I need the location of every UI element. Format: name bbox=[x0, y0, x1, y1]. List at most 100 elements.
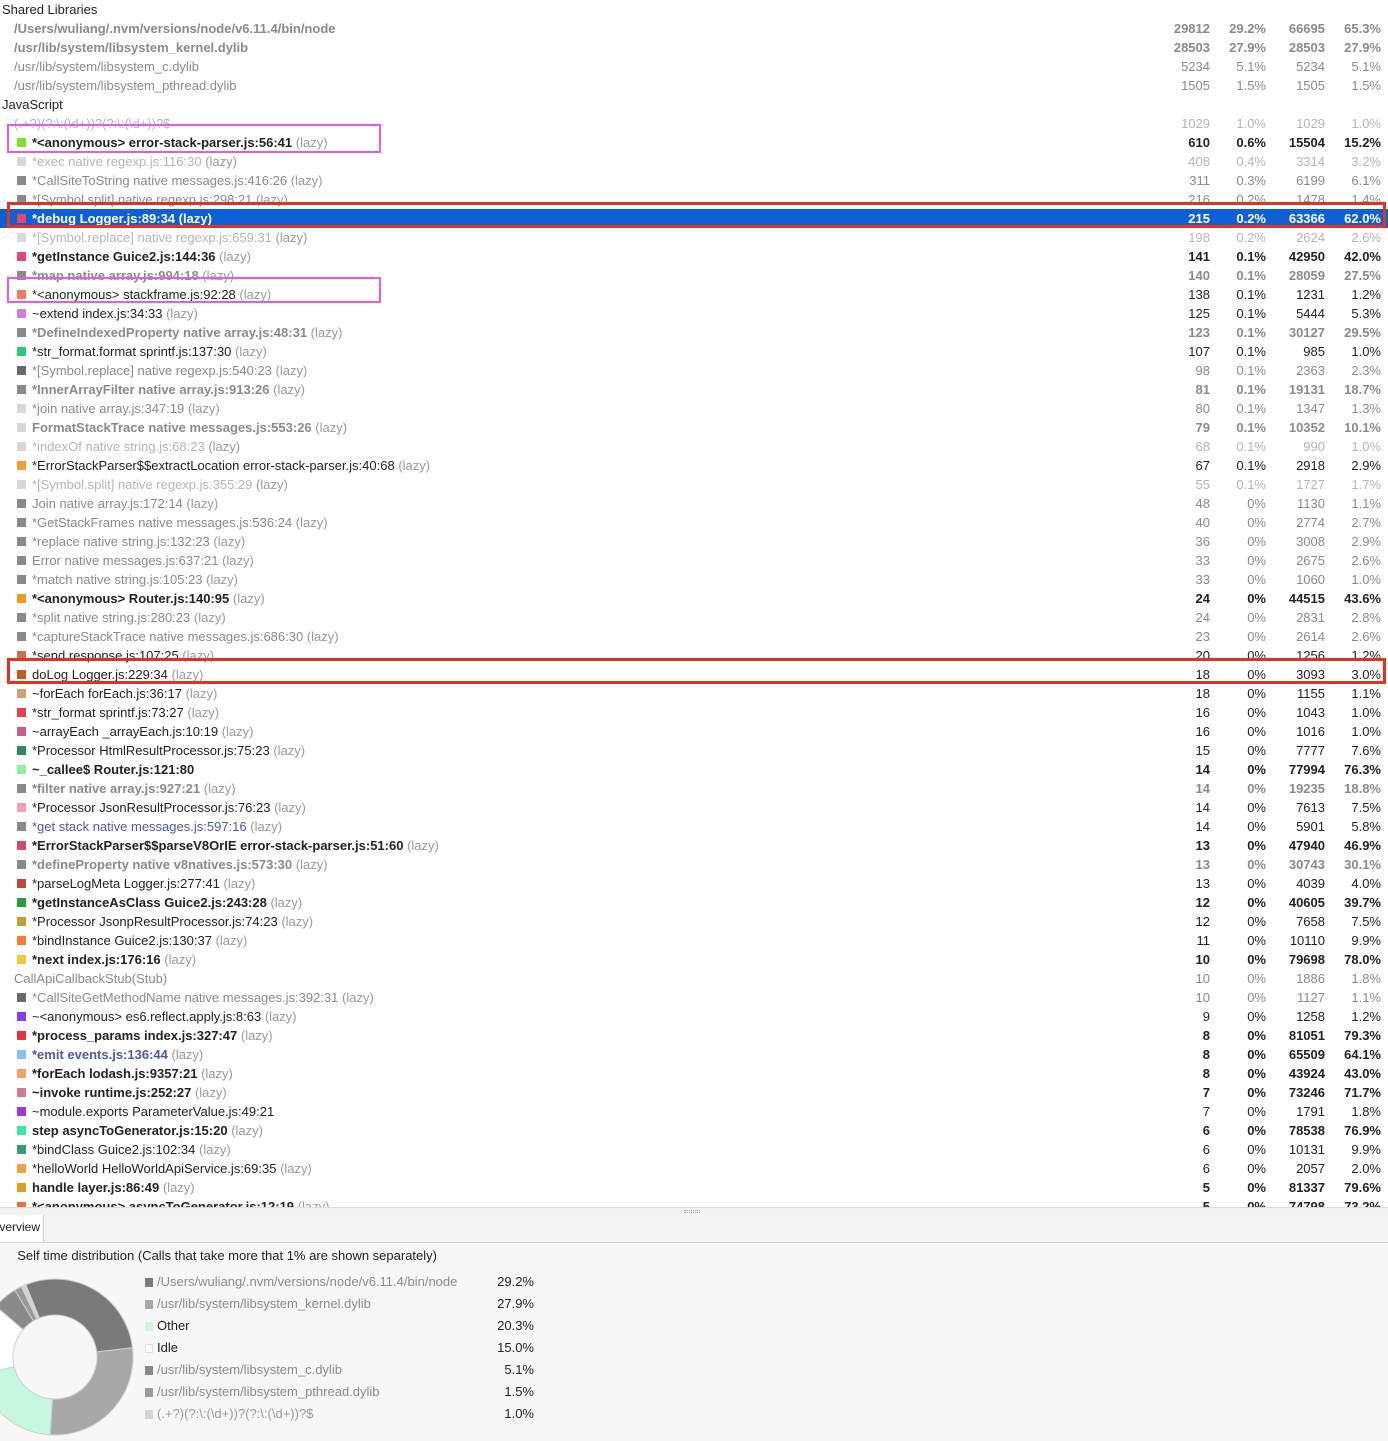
table-row[interactable]: *emit events.js:136:44 (lazy) 8 0% 65509 64.… bbox=[0, 1045, 1388, 1064]
table-row[interactable]: *CallSiteToString native messages.js:416… bbox=[0, 171, 1388, 190]
table-row[interactable]: CallApiCallbackStub(Stub) 10 0% 1886 1.8% bbox=[0, 969, 1388, 988]
splitter-grip-icon[interactable] bbox=[684, 1210, 700, 1213]
legend-swatch-icon bbox=[145, 1278, 153, 1287]
total-percent: 2.9% bbox=[1351, 534, 1381, 549]
table-row[interactable]: /usr/lib/system/libsystem_pthread.dylib 1… bbox=[0, 76, 1388, 95]
table-row[interactable]: *split native string.js:280:23 (lazy) 24 0… bbox=[0, 608, 1388, 627]
table-row[interactable]: *indexOf native string.js:68:23 (lazy) 68… bbox=[0, 437, 1388, 456]
table-row[interactable]: *[Symbol.replace] native regexp.js:540:2… bbox=[0, 361, 1388, 380]
table-row[interactable]: *parseLogMeta Logger.js:277:41 (lazy) 13 0… bbox=[0, 874, 1388, 893]
lazy-tag: (lazy) bbox=[281, 914, 314, 929]
pane-splitter[interactable] bbox=[0, 1207, 1388, 1215]
function-name-text: *CallSiteToString native messages.js:416… bbox=[32, 173, 288, 188]
function-name: *match native string.js:105:23 (lazy) bbox=[32, 570, 238, 589]
table-row[interactable]: /Users/wuliang/.nvm/versions/node/v6.11.… bbox=[0, 19, 1388, 38]
table-row[interactable]: *[Symbol.split] native regexp.js:298:21 … bbox=[0, 190, 1388, 209]
function-name: *Processor JsonResultProcessor.js:76:23 … bbox=[32, 798, 306, 817]
table-row[interactable]: *bindInstance Guice2.js:130:37 (lazy) 11 0… bbox=[0, 931, 1388, 950]
table-row[interactable]: *send response.js:107:25 (lazy) 20 0% 1256 1… bbox=[0, 646, 1388, 665]
total-samples: 79698 bbox=[1288, 952, 1325, 967]
legend-swatch-icon bbox=[145, 1344, 153, 1353]
table-row[interactable]: *getInstance Guice2.js:144:36 (lazy) 141 0… bbox=[0, 247, 1388, 266]
table-row[interactable]: Join native array.js:172:14 (lazy) 48 0% 11… bbox=[0, 494, 1388, 513]
table-row[interactable]: FormatStackTrace native messages.js:553:… bbox=[0, 418, 1388, 437]
table-row[interactable]: *<anonymous> stackframe.js:92:28 (lazy) 1… bbox=[0, 285, 1388, 304]
function-name: *ErrorStackParser$$extractLocation error… bbox=[32, 456, 430, 475]
table-row[interactable]: *bindClass Guice2.js:102:34 (lazy) 6 0% 101… bbox=[0, 1140, 1388, 1159]
table-row[interactable]: /usr/lib/system/libsystem_kernel.dylib 28… bbox=[0, 38, 1388, 57]
table-row[interactable]: *[Symbol.split] native regexp.js:355:29 … bbox=[0, 475, 1388, 494]
function-name: step asyncToGenerator.js:15:20 (lazy) bbox=[32, 1121, 263, 1140]
function-name-text: *[Symbol.split] native regexp.js:298:21 bbox=[32, 192, 253, 207]
lazy-tag: (lazy) bbox=[162, 1180, 195, 1195]
color-swatch-icon bbox=[17, 594, 26, 603]
table-row[interactable]: *debug Logger.js:89:34 (lazy) 215 0.2% 6336… bbox=[0, 209, 1388, 228]
self-percent: 0% bbox=[1247, 724, 1266, 739]
function-name-text: (.+?)(?:\:(\d+))?(?:\:(\d+))?$ bbox=[14, 116, 171, 131]
table-row[interactable]: /usr/lib/system/libsystem_c.dylib 5234 5.1… bbox=[0, 57, 1388, 76]
table-row[interactable]: *match native string.js:105:23 (lazy) 33 0… bbox=[0, 570, 1388, 589]
table-row[interactable]: *<anonymous> error-stack-parser.js:56:41… bbox=[0, 133, 1388, 152]
table-row[interactable]: handle layer.js:86:49 (lazy) 5 0% 81337 79.6… bbox=[0, 1178, 1388, 1197]
table-row[interactable]: ~forEach forEach.js:36:17 (lazy) 18 0% 1155… bbox=[0, 684, 1388, 703]
table-row[interactable]: *InnerArrayFilter native array.js:913:26… bbox=[0, 380, 1388, 399]
table-row[interactable]: doLog Logger.js:229:34 (lazy) 18 0% 3093 3.0… bbox=[0, 665, 1388, 684]
table-row[interactable]: *captureStackTrace native messages.js:68… bbox=[0, 627, 1388, 646]
table-row[interactable]: *map native array.js:994:18 (lazy) 140 0.1… bbox=[0, 266, 1388, 285]
self-samples: 5 bbox=[1202, 1180, 1210, 1195]
table-row[interactable]: ~<anonymous> es6.reflect.apply.js:8:63 (… bbox=[0, 1007, 1388, 1026]
table-row[interactable]: *ErrorStackParser$$extractLocation error… bbox=[0, 456, 1388, 475]
section-header[interactable]: JavaScript bbox=[0, 95, 1388, 114]
self-samples: 55 bbox=[1195, 477, 1210, 492]
table-row[interactable]: *ErrorStackParser$$parseV8OrIE error-sta… bbox=[0, 836, 1388, 855]
table-row[interactable]: *defineProperty native v8natives.js:573:… bbox=[0, 855, 1388, 874]
table-row[interactable]: *get stack native messages.js:597:16 (la… bbox=[0, 817, 1388, 836]
table-row[interactable]: *CallSiteGetMethodName native messages.j… bbox=[0, 988, 1388, 1007]
table-row[interactable]: *helloWorld HelloWorldApiService.js:69:3… bbox=[0, 1159, 1388, 1178]
self-samples: 20 bbox=[1195, 648, 1210, 663]
table-row[interactable]: *Processor HtmlResultProcessor.js:75:23 … bbox=[0, 741, 1388, 760]
table-row[interactable]: *Processor JsonResultProcessor.js:76:23 … bbox=[0, 798, 1388, 817]
color-swatch-icon bbox=[17, 765, 26, 774]
table-row[interactable]: step asyncToGenerator.js:15:20 (lazy) 6 0%… bbox=[0, 1121, 1388, 1140]
table-row[interactable]: *process_params index.js:327:47 (lazy) 8 0… bbox=[0, 1026, 1388, 1045]
self-samples: 24 bbox=[1195, 591, 1210, 606]
function-name: *<anonymous> error-stack-parser.js:56:41… bbox=[32, 133, 328, 152]
self-samples: 6 bbox=[1202, 1142, 1210, 1157]
table-row[interactable]: *filter native array.js:927:21 (lazy) 14 0… bbox=[0, 779, 1388, 798]
table-row[interactable]: (.+?)(?:\:(\d+))?(?:\:(\d+))?$ 1029 1.0% 10… bbox=[0, 114, 1388, 133]
table-row[interactable]: *<anonymous> asyncToGenerator.js:12:19 (… bbox=[0, 1197, 1388, 1207]
table-row[interactable]: ~extend index.js:34:33 (lazy) 125 0.1% 5444… bbox=[0, 304, 1388, 323]
table-row[interactable]: ~module.exports ParameterValue.js:49:21 7… bbox=[0, 1102, 1388, 1121]
table-row[interactable]: *Processor JsonpResultProcessor.js:74:23… bbox=[0, 912, 1388, 931]
table-row[interactable]: *exec native regexp.js:116:30 (lazy) 408 0… bbox=[0, 152, 1388, 171]
tab-overview[interactable]: Overview bbox=[0, 1215, 44, 1243]
table-row[interactable]: *join native array.js:347:19 (lazy) 80 0.1… bbox=[0, 399, 1388, 418]
table-row[interactable]: *DefineIndexedProperty native array.js:4… bbox=[0, 323, 1388, 342]
table-row[interactable]: *[Symbol.replace] native regexp.js:659:3… bbox=[0, 228, 1388, 247]
self-percent: 0% bbox=[1247, 1028, 1266, 1043]
table-row[interactable]: *str_format.format sprintf.js:137:30 (la… bbox=[0, 342, 1388, 361]
total-percent: 64.1% bbox=[1344, 1047, 1381, 1062]
self-samples: 125 bbox=[1188, 306, 1210, 321]
table-row[interactable]: *replace native string.js:132:23 (lazy) 3… bbox=[0, 532, 1388, 551]
table-row[interactable]: *forEach lodash.js:9357:21 (lazy) 8 0% 4392… bbox=[0, 1064, 1388, 1083]
table-row[interactable]: ~invoke runtime.js:252:27 (lazy) 7 0% 73246… bbox=[0, 1083, 1388, 1102]
table-row[interactable]: ~arrayEach _arrayEach.js:10:19 (lazy) 16 0… bbox=[0, 722, 1388, 741]
table-row[interactable]: *getInstanceAsClass Guice2.js:243:28 (la… bbox=[0, 893, 1388, 912]
table-row[interactable]: ~_callee$ Router.js:121:80 14 0% 77994 76.3% bbox=[0, 760, 1388, 779]
calls-table[interactable]: Shared Libraries/Users/wuliang/.nvm/vers… bbox=[0, 0, 1388, 1207]
total-percent: 78.0% bbox=[1344, 952, 1381, 967]
table-row[interactable]: Error native messages.js:637:21 (lazy) 33… bbox=[0, 551, 1388, 570]
lazy-tag: (lazy) bbox=[182, 648, 215, 663]
function-name: *CallSiteToString native messages.js:416… bbox=[32, 171, 323, 190]
table-row[interactable]: *GetStackFrames native messages.js:536:2… bbox=[0, 513, 1388, 532]
table-row[interactable]: *<anonymous> Router.js:140:95 (lazy) 24 0%… bbox=[0, 589, 1388, 608]
color-swatch-icon bbox=[17, 442, 26, 451]
table-row[interactable]: *next index.js:176:16 (lazy) 10 0% 79698 78.… bbox=[0, 950, 1388, 969]
section-header[interactable]: Shared Libraries bbox=[0, 0, 1388, 19]
table-row[interactable]: *str_format sprintf.js:73:27 (lazy) 16 0% 1… bbox=[0, 703, 1388, 722]
self-percent: 0% bbox=[1247, 876, 1266, 891]
function-name: *ErrorStackParser$$parseV8OrIE error-sta… bbox=[32, 836, 439, 855]
lazy-tag: (lazy) bbox=[232, 591, 265, 606]
